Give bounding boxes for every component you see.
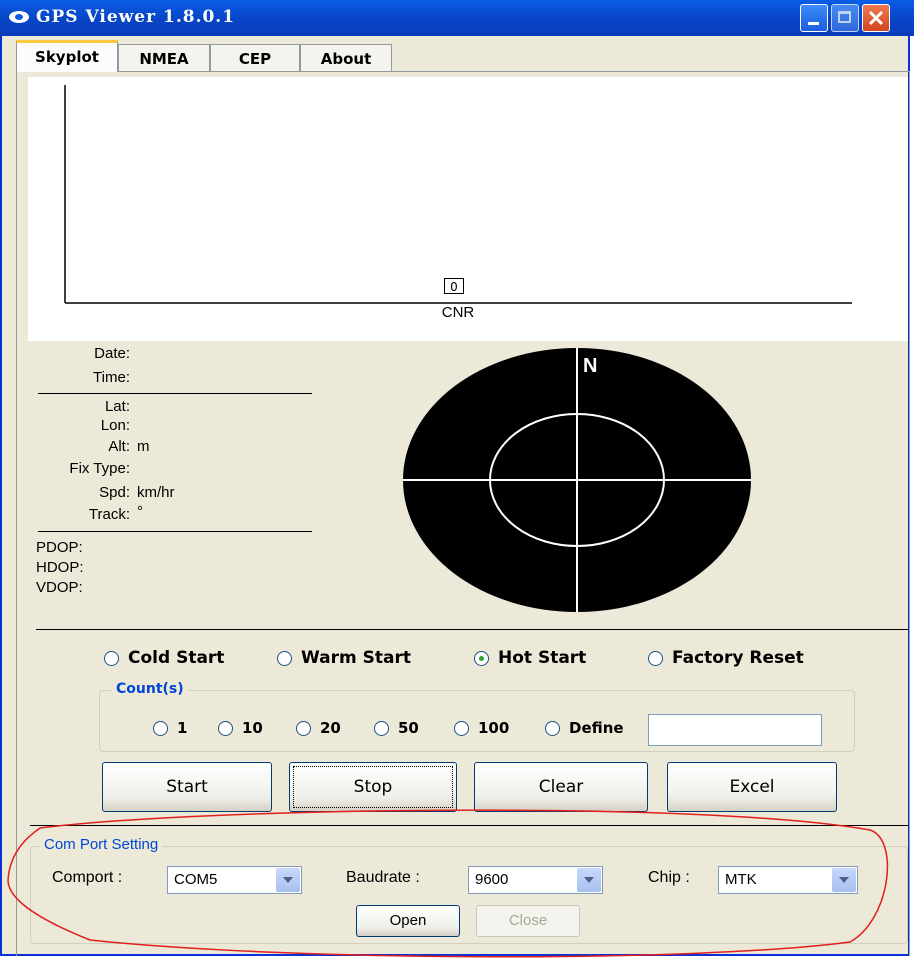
vdop-label: VDOP: <box>36 579 83 596</box>
open-port-button[interactable]: Open <box>356 905 460 937</box>
count-radio-1[interactable]: 1 <box>153 719 187 737</box>
radio-circle <box>545 720 560 736</box>
tab-nmea[interactable]: NMEA <box>118 44 210 72</box>
start-button[interactable]: Start <box>102 762 272 812</box>
tab-about[interactable]: About <box>300 44 392 72</box>
title-bar[interactable]: GPS Viewer 1.8.0.1 <box>0 0 914 36</box>
radio-label: Factory Reset <box>672 648 804 668</box>
button-label: Stop <box>353 777 393 797</box>
section-divider <box>36 629 908 630</box>
tab-label: About <box>320 50 372 68</box>
cnr-bar-value: 0 <box>444 278 464 294</box>
radio-circle <box>153 720 168 736</box>
button-label: Close <box>508 912 548 929</box>
satellite-icon <box>9 11 29 23</box>
pdop-label: PDOP: <box>36 539 83 556</box>
radio-label: 50 <box>398 719 419 737</box>
radio-circle <box>374 720 389 736</box>
time-label: Time: <box>93 369 130 386</box>
comport-label: Comport : <box>52 869 123 886</box>
skyplot: N <box>403 348 751 612</box>
hot-start-radio[interactable]: Hot Start <box>474 648 586 668</box>
define-count-input[interactable] <box>648 714 822 746</box>
radio-circle-selected <box>474 650 489 666</box>
button-label: Start <box>166 777 208 797</box>
close-window-button[interactable] <box>862 4 890 32</box>
combo-value: MTK <box>725 871 757 888</box>
chevron-down-icon[interactable] <box>832 868 856 892</box>
combo-value: 9600 <box>475 871 509 888</box>
radio-circle <box>454 720 469 736</box>
radio-circle <box>277 650 292 666</box>
combo-value: COM5 <box>174 871 218 888</box>
radio-label: Warm Start <box>301 648 411 668</box>
radio-label: Define <box>569 719 624 737</box>
cnr-axes <box>64 85 852 304</box>
tab-skyplot[interactable]: Skyplot <box>16 40 118 72</box>
chip-select[interactable]: MTK <box>718 866 858 894</box>
radio-label: Hot Start <box>498 648 587 668</box>
button-label: Excel <box>729 777 775 797</box>
radio-label: 1 <box>177 719 188 737</box>
chip-label: Chip : <box>648 869 690 886</box>
close-icon <box>868 10 884 26</box>
date-label: Date: <box>94 345 130 362</box>
radio-circle <box>648 650 663 666</box>
start-mode-group: Cold Start Warm Start Hot Start Factory … <box>0 646 914 674</box>
cold-start-radio[interactable]: Cold Start <box>104 648 224 668</box>
alt-label: Alt: <box>108 438 130 455</box>
warm-start-radio[interactable]: Warm Start <box>277 648 411 668</box>
count-radio-20[interactable]: 20 <box>296 719 341 737</box>
chevron-down-icon[interactable] <box>577 868 601 892</box>
radio-label: 20 <box>320 719 341 737</box>
factory-reset-radio[interactable]: Factory Reset <box>648 648 804 668</box>
radio-label: 10 <box>242 719 263 737</box>
com-port-group <box>30 846 908 944</box>
cnr-chart <box>28 77 908 341</box>
minimize-button[interactable] <box>800 4 828 32</box>
section-divider <box>30 825 908 826</box>
stop-button[interactable]: Stop <box>289 762 457 812</box>
tab-label: CEP <box>238 50 272 68</box>
fix-type-label: Fix Type: <box>69 460 130 477</box>
radio-label: Cold Start <box>128 648 225 668</box>
comport-select[interactable]: COM5 <box>167 866 302 894</box>
button-label: Open <box>389 912 427 929</box>
info-panel: Date: Time: Lat: Lon: Alt: m Fix Type: S… <box>0 340 320 610</box>
baudrate-label: Baudrate : <box>346 869 420 886</box>
hdop-label: HDOP: <box>36 559 84 576</box>
count-radio-define[interactable]: Define <box>545 719 624 737</box>
clear-button[interactable]: Clear <box>474 762 648 812</box>
divider <box>38 393 312 394</box>
chevron-down-icon[interactable] <box>276 868 300 892</box>
track-label: Track: <box>88 506 130 523</box>
button-label: Clear <box>538 777 584 797</box>
baudrate-select[interactable]: 9600 <box>468 866 603 894</box>
excel-button[interactable]: Excel <box>667 762 837 812</box>
count-radio-50[interactable]: 50 <box>374 719 419 737</box>
count-radio-10[interactable]: 10 <box>218 719 263 737</box>
count-radio-100[interactable]: 100 <box>454 719 509 737</box>
speed-label: Spd: <box>99 484 130 501</box>
radio-circle <box>296 720 311 736</box>
cnr-axis-label: CNR <box>441 304 475 321</box>
track-unit: ° <box>137 503 143 520</box>
alt-unit: m <box>137 438 150 455</box>
tab-label: NMEA <box>139 50 189 68</box>
lon-label: Lon: <box>100 417 130 434</box>
radio-circle <box>104 650 119 666</box>
radio-label: 100 <box>478 719 510 737</box>
com-port-legend: Com Port Setting <box>40 836 163 853</box>
radio-circle <box>218 720 233 736</box>
close-port-button[interactable]: Close <box>476 905 580 937</box>
count-legend: Count(s) <box>112 681 188 697</box>
window-title: GPS Viewer 1.8.0.1 <box>36 7 236 27</box>
divider <box>38 531 312 532</box>
north-label: N <box>583 355 597 377</box>
lat-label: Lat: <box>104 398 130 415</box>
tab-label: Skyplot <box>35 48 99 66</box>
tab-cep[interactable]: CEP <box>210 44 300 72</box>
maximize-button[interactable] <box>831 4 859 32</box>
speed-unit: km/hr <box>137 484 175 501</box>
